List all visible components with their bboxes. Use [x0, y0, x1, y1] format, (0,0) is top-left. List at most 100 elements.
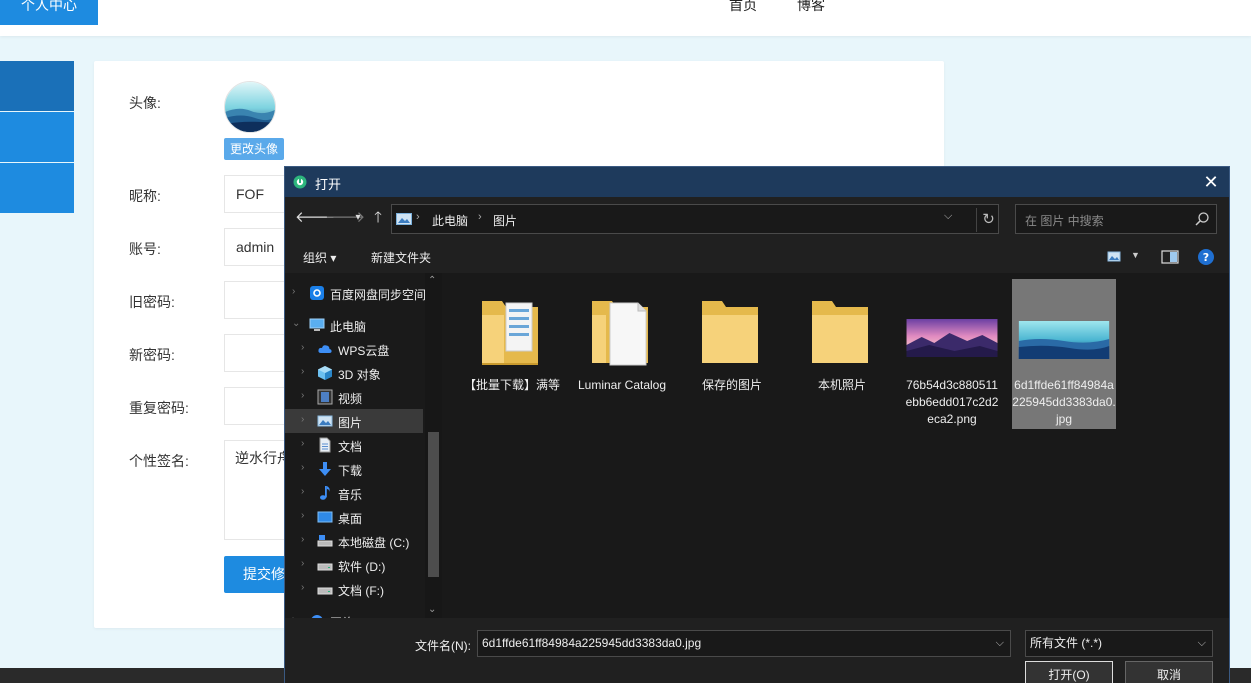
tree-item-label: 文档 [338, 440, 363, 454]
refresh-icon[interactable]: ↻ [976, 208, 1000, 232]
tree-item-label: 视频 [338, 392, 363, 406]
address-dropdown-icon[interactable]: ⌵ [944, 210, 952, 223]
scrollbar-thumb[interactable] [428, 432, 439, 577]
tree-item-label: 文档 (F:) [338, 584, 384, 598]
drive-icon [317, 563, 333, 571]
tree-item-baidu[interactable]: › 百度网盘同步空间 [285, 281, 426, 305]
tree-item-downloads[interactable]: › 下载 [285, 457, 423, 481]
chevron-right-icon: › [301, 486, 305, 497]
tree-item-music[interactable]: › 音乐 [285, 481, 423, 505]
navigation-pane: › 百度网盘同步空间 ⌄ 此电脑 › WPS云盘 › 3D 对象 › 视频 › … [285, 273, 442, 618]
dialog-toolbar: 组织 ▾ 新建文件夹 ▼ ? [285, 241, 1229, 273]
music-icon [320, 486, 330, 500]
dialog-titlebar[interactable]: 打开 ✕ [285, 167, 1229, 197]
organize-button[interactable]: 组织 ▾ [303, 249, 336, 266]
tree-item-pictures[interactable]: › 图片 [285, 409, 423, 433]
file-name: 6d1ffde61ff84984a225945dd3383da0.jpg [1012, 378, 1116, 426]
cube-icon [318, 366, 332, 380]
folder-icon [592, 301, 648, 366]
image-thumbnail [906, 319, 998, 357]
file-name: Luminar Catalog [577, 378, 667, 392]
change-avatar-button[interactable]: 更改头像 [224, 138, 284, 160]
tree-item-wps-cloud[interactable]: › WPS云盘 [285, 337, 423, 361]
tree-item-network[interactable]: › 网络 [285, 609, 423, 618]
scroll-up-icon[interactable]: ⌃ [428, 275, 436, 286]
drive-icon [317, 587, 333, 595]
breadcrumb-this-pc[interactable]: 此电脑 [432, 212, 468, 229]
tree-item-label: 软件 (D:) [338, 560, 386, 574]
chevron-down-icon[interactable]: ⌵ [996, 631, 1004, 656]
breadcrumb-pictures[interactable]: 图片 [493, 212, 517, 229]
tree-item-this-pc[interactable]: ⌄ 此电脑 [285, 313, 423, 337]
cloud-icon [318, 345, 332, 353]
folder-icon [812, 301, 868, 363]
tree-item-label: 桌面 [338, 512, 363, 526]
open-button[interactable]: 打开(O) [1025, 661, 1113, 683]
filetype-select[interactable]: 所有文件 (*.*) ⌵ [1025, 630, 1213, 657]
nickname-label: 昵称: [129, 188, 161, 204]
file-item[interactable]: 【批量下载】满等 [464, 279, 560, 429]
close-icon[interactable]: ✕ [1199, 170, 1223, 194]
navigation-scrollbar[interactable]: ⌃ ⌄ [425, 273, 442, 618]
tree-item-documents[interactable]: › 文档 [285, 433, 423, 457]
chevron-down-icon: ⌵ [1197, 637, 1206, 649]
avatar-image [225, 82, 275, 132]
file-item[interactable]: 76b54d3c880511ebb6edd017c2d2eca2.png [904, 279, 1000, 429]
chevron-right-icon: › [301, 558, 305, 569]
view-mode-icon[interactable] [1107, 248, 1125, 266]
tree-item-drive-f[interactable]: › 文档 (F:) [285, 577, 423, 601]
filetype-value: 所有文件 (*.*) [1030, 636, 1103, 650]
new-folder-button[interactable]: 新建文件夹 [371, 249, 431, 266]
svg-text:?: ? [1203, 251, 1209, 264]
file-item[interactable]: 本机照片 [794, 279, 890, 429]
recent-chevron-icon[interactable]: ▾ [348, 208, 368, 228]
tree-item-label: 此电脑 [330, 320, 367, 334]
nav-home-link[interactable]: 首页 [729, 0, 757, 24]
side-tab-2[interactable] [0, 112, 74, 162]
folder-icon [482, 301, 538, 365]
forward-arrow-icon[interactable]: 🡒 [325, 208, 365, 228]
file-name: 本机照片 [817, 378, 866, 392]
tree-item-label: 3D 对象 [338, 368, 381, 382]
old-password-label: 旧密码: [129, 294, 175, 310]
preview-pane-icon[interactable] [1161, 248, 1179, 266]
tree-item-videos[interactable]: › 视频 [285, 385, 423, 409]
tree-item-label: 下载 [338, 464, 363, 478]
file-list: 【批量下载】满等 Luminar Catalog 保存的图片 本机照片 76b5… [443, 273, 1229, 618]
chevron-right-icon: › [301, 390, 305, 401]
scroll-down-icon[interactable]: ⌄ [428, 604, 436, 615]
side-tab-3[interactable] [0, 163, 74, 213]
chevron-right-icon: › [301, 534, 305, 545]
tree-item-label: WPS云盘 [338, 344, 390, 358]
nav-profile-label: 个人中心 [21, 0, 77, 13]
up-arrow-icon[interactable]: 🡑 [368, 208, 388, 228]
tree-item-3d-objects[interactable]: › 3D 对象 [285, 361, 423, 385]
filename-label: 文件名(N): [415, 639, 471, 653]
cancel-button[interactable]: 取消 [1125, 661, 1213, 683]
tree-item-drive-c[interactable]: › 本地磁盘 (C:) [285, 529, 423, 553]
nav-profile-link[interactable]: 个人中心 [0, 0, 98, 25]
file-item[interactable]: Luminar Catalog [574, 279, 670, 429]
back-arrow-icon[interactable]: 🡐 [295, 208, 335, 228]
view-dropdown-icon[interactable]: ▼ [1131, 250, 1140, 260]
picture-icon [317, 415, 333, 427]
help-icon[interactable]: ? [1197, 248, 1215, 266]
filename-input[interactable]: 6d1ffde61ff84984a225945dd3383da0.jpg ⌵ [477, 630, 1011, 657]
tree-item-label: 图片 [338, 416, 363, 430]
folder-icon [702, 301, 758, 363]
search-placeholder: 在 图片 中搜索 [1025, 214, 1104, 228]
image-thumbnail [1018, 321, 1110, 359]
file-name: 【批量下载】满等 [464, 378, 561, 392]
file-item-selected[interactable]: 6d1ffde61ff84984a225945dd3383da0.jpg [1012, 279, 1116, 429]
search-box[interactable]: 在 图片 中搜索 [1015, 204, 1217, 234]
tree-item-drive-d[interactable]: › 软件 (D:) [285, 553, 423, 577]
avatar[interactable] [224, 81, 276, 133]
search-icon [1195, 212, 1209, 226]
side-tab-1[interactable] [0, 61, 74, 111]
tree-item-desktop[interactable]: › 桌面 [285, 505, 423, 529]
address-bar[interactable]: › 此电脑 › 图片 ⌵ ↻ [391, 204, 999, 234]
nav-blog-link[interactable]: 博客 [797, 0, 825, 24]
computer-icon [309, 318, 325, 331]
file-item[interactable]: 保存的图片 [684, 279, 780, 429]
tree-item-label: 本地磁盘 (C:) [338, 536, 410, 550]
